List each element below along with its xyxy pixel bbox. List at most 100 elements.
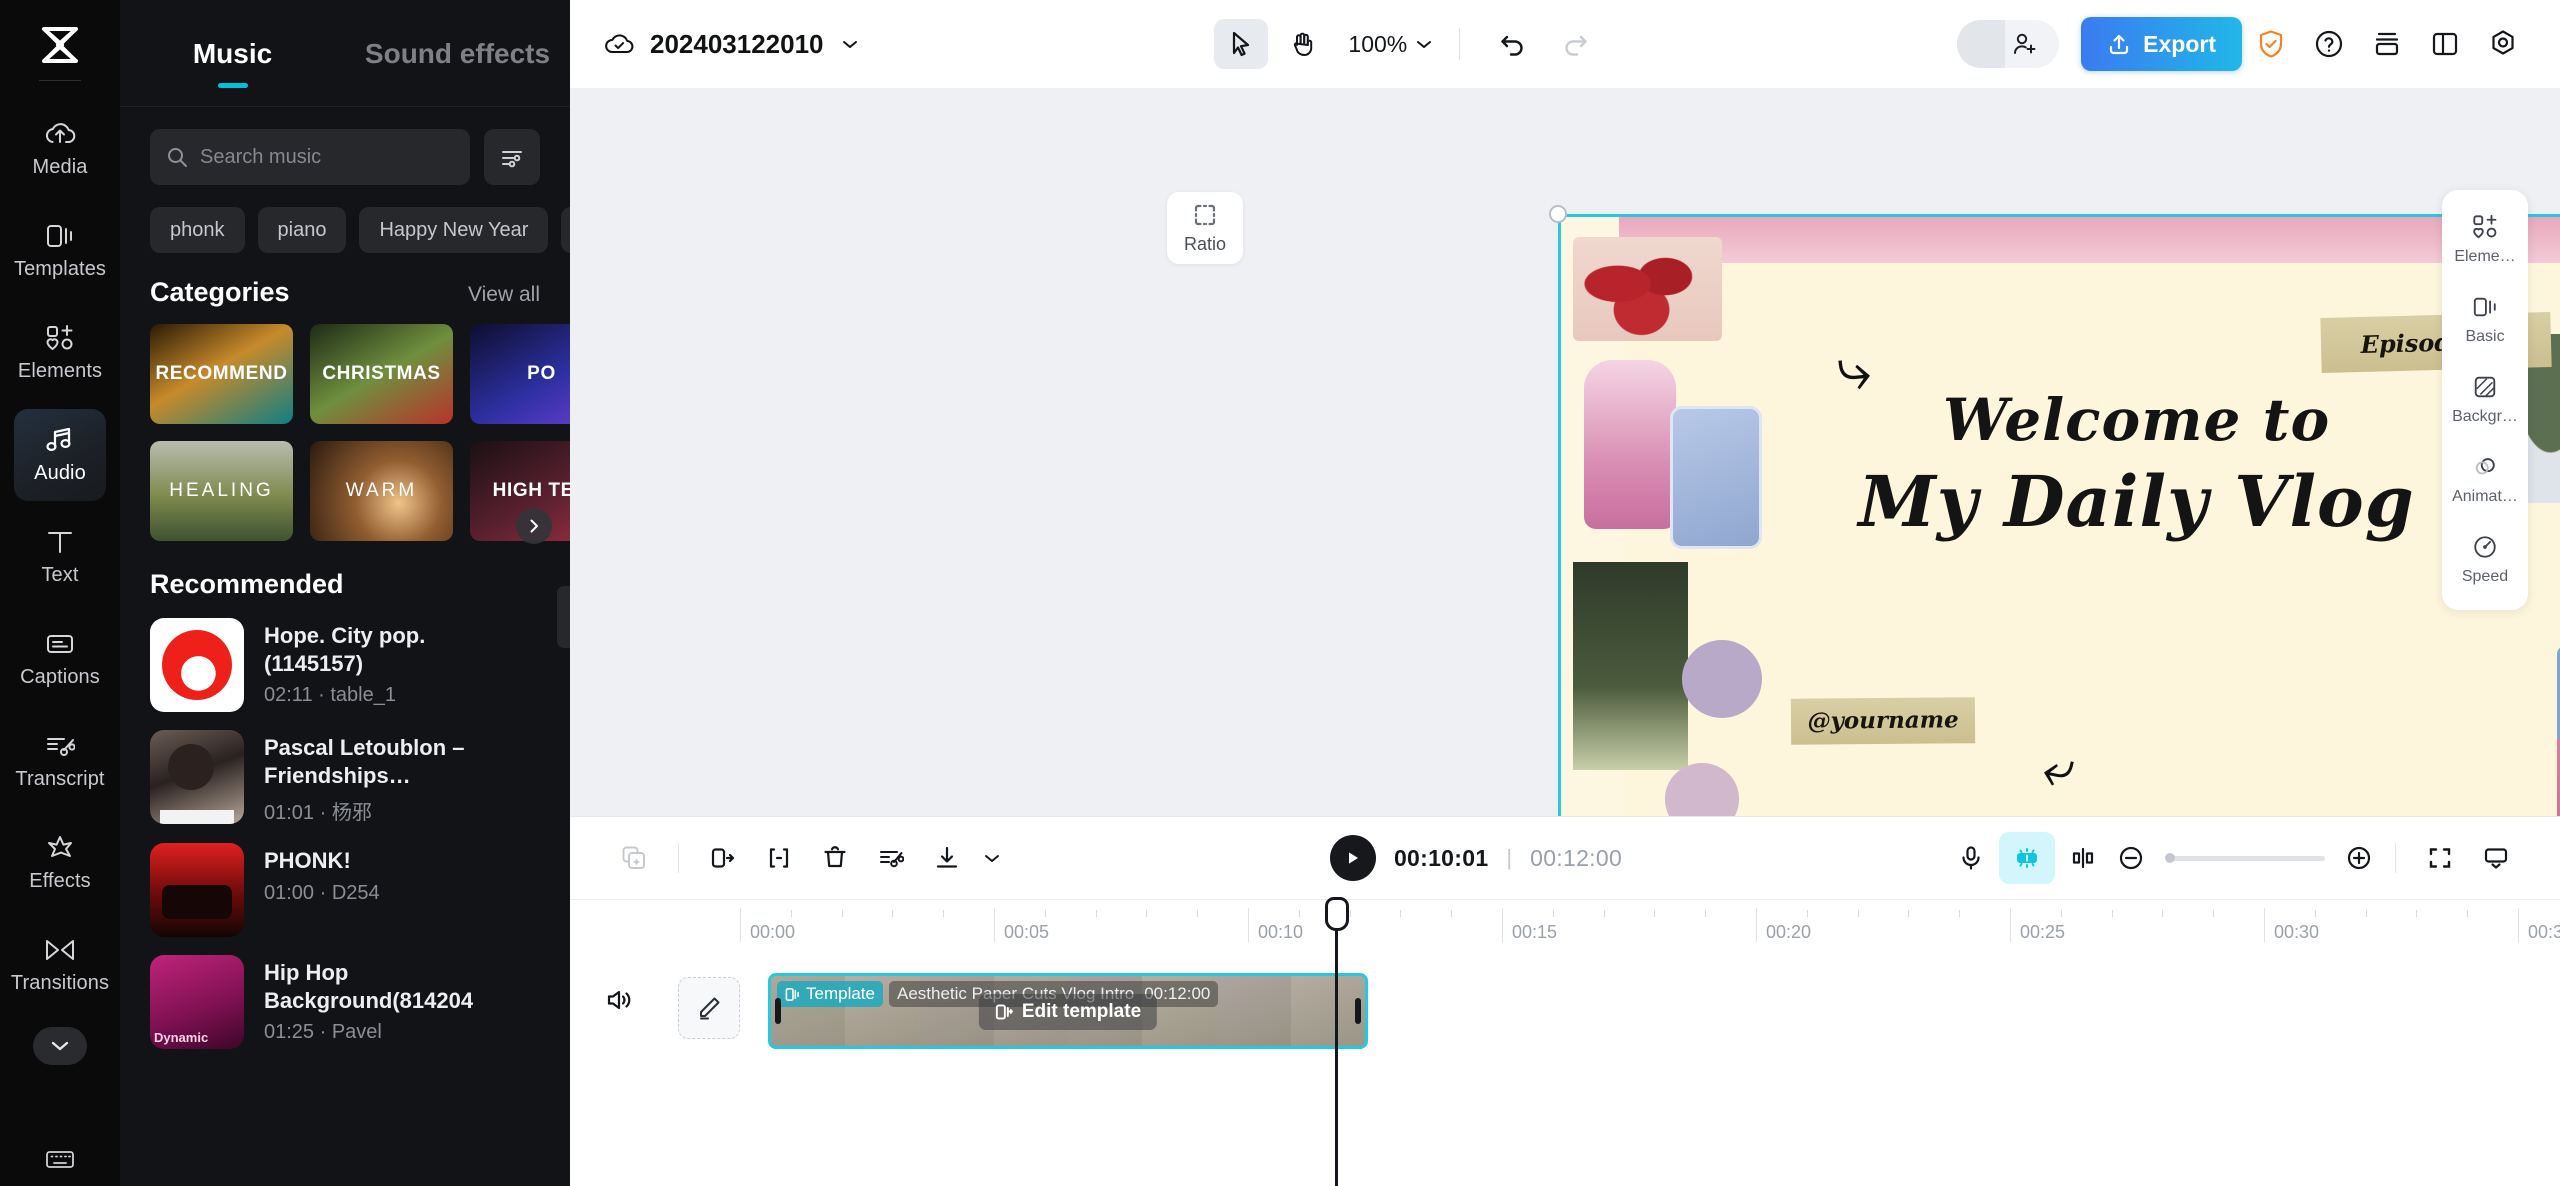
split-clip-button[interactable]	[695, 832, 751, 884]
category-card[interactable]: PO	[470, 324, 570, 424]
list-item[interactable]: Dynamic Hip Hop Background(814204 01:25 …	[120, 937, 570, 1049]
category-card[interactable]: HEALING	[150, 441, 293, 541]
delete-clip-button[interactable]	[807, 832, 863, 884]
templates-icon	[43, 221, 77, 251]
download-icon	[934, 845, 960, 871]
tab-music[interactable]: Music	[120, 38, 345, 88]
chip-next[interactable]: c	[561, 207, 570, 253]
duplicate-clip-button[interactable]	[606, 832, 662, 884]
sidebar-item-elements[interactable]: Elements	[14, 307, 106, 399]
edit-template-button[interactable]: Edit template	[978, 994, 1158, 1031]
speed-icon	[2472, 532, 2498, 562]
timeline-ruler[interactable]: 00:00 00:05 00:10 00:15 00:20 00:25 00:30 00:35	[570, 899, 2560, 951]
filter-button[interactable]	[484, 129, 540, 185]
crop-ratio-icon	[1192, 202, 1218, 228]
fit-screen-button[interactable]	[2412, 832, 2468, 884]
edit-track-button[interactable]	[678, 977, 740, 1039]
sidebar-item-templates[interactable]: Templates	[14, 205, 106, 297]
record-voice-button[interactable]	[1943, 832, 1999, 884]
categories-next-button[interactable]	[516, 508, 552, 544]
zoom-slider[interactable]	[2165, 853, 2325, 863]
collaborators[interactable]	[1957, 20, 2060, 68]
transcript-cut-button[interactable]	[863, 832, 919, 884]
track-sub: 01:00 · D254	[264, 881, 380, 904]
category-card[interactable]: RECOMMEND	[150, 324, 293, 424]
split-layout-icon[interactable]	[2416, 17, 2474, 71]
export-button[interactable]: Export	[2081, 17, 2242, 71]
sidebar-item-captions[interactable]: Captions	[14, 613, 106, 705]
download-more-button[interactable]	[975, 832, 1009, 884]
ruler-major-tick	[2010, 908, 2011, 942]
track-mute-button[interactable]	[605, 987, 633, 1013]
chip-phonk[interactable]: phonk	[150, 207, 245, 253]
keyboard-icon[interactable]	[43, 1142, 77, 1176]
download-clip-button[interactable]	[919, 832, 975, 884]
redo-button[interactable]	[1548, 19, 1602, 69]
property-animation[interactable]: Animat…	[2446, 446, 2524, 512]
project-info[interactable]: 202403122010	[604, 29, 860, 60]
track-view-button[interactable]	[2468, 832, 2524, 884]
property-background[interactable]: Backgr…	[2446, 366, 2524, 432]
help-question-icon[interactable]	[2300, 17, 2358, 71]
undo-button[interactable]	[1486, 19, 1540, 69]
resize-handle-top-left[interactable]	[1549, 205, 1567, 223]
layers-icon[interactable]	[2358, 17, 2416, 71]
track-meta: Hip Hop Background(814204 01:25 · Pavel	[264, 955, 514, 1044]
sidebar-item-effects[interactable]: Effects	[14, 817, 106, 909]
shield-check-icon[interactable]	[2242, 17, 2300, 71]
panel-collapse-handle[interactable]	[557, 586, 570, 648]
clip-trim-handle-left[interactable]	[775, 998, 781, 1024]
sidebar-item-audio[interactable]: Audio	[14, 409, 106, 501]
zoom-in-button[interactable]	[2339, 832, 2379, 884]
categories-view-all[interactable]: View all	[468, 283, 540, 307]
ratio-button[interactable]: Ratio	[1167, 192, 1243, 264]
chip-happy-new-year[interactable]: Happy New Year	[359, 207, 549, 253]
property-basic[interactable]: Basic	[2446, 286, 2524, 352]
ruler-minor-tick	[1298, 910, 1300, 917]
tab-sound-effects[interactable]: Sound effects	[345, 38, 570, 88]
person-add-icon[interactable]	[2005, 20, 2045, 68]
timeline-toolbar: 00:10:01 | 00:12:00	[570, 817, 2560, 899]
crop-clip-button[interactable]	[751, 832, 807, 884]
zoom-slider-knob[interactable]	[2165, 853, 2175, 863]
property-speed[interactable]: Speed	[2446, 526, 2524, 592]
sidebar-item-text[interactable]: Text	[14, 511, 106, 603]
auto-beat-button[interactable]	[1999, 832, 2055, 884]
adjust-clip-edges-button[interactable]	[2055, 832, 2111, 884]
zoom-out-button[interactable]	[2111, 832, 2151, 884]
settings-gear-icon[interactable]	[2474, 17, 2532, 71]
playhead[interactable]	[1324, 897, 1349, 1186]
track-sub: 02:11 · table_1	[264, 684, 396, 706]
chevron-down-icon[interactable]	[840, 37, 860, 51]
search-music-box[interactable]	[150, 129, 470, 185]
list-item[interactable]: Hope. City pop. (1145157) 02:11 · table_…	[120, 600, 570, 712]
current-time: 00:10:01	[1393, 844, 1489, 871]
play-button[interactable]	[1329, 835, 1376, 881]
sidebar-item-transitions[interactable]: Transitions	[11, 919, 109, 1011]
ruler-minor-tick	[2111, 910, 2113, 917]
category-card[interactable]: WARM	[310, 441, 453, 541]
property-elements[interactable]: Eleme…	[2446, 206, 2524, 272]
ruler-minor-tick	[1959, 910, 1961, 917]
ruler-minor-tick	[943, 910, 945, 917]
hand-pan-tool[interactable]	[1276, 19, 1330, 69]
track-artwork	[150, 843, 244, 937]
timeline-clip[interactable]: Template Aesthetic Paper Cuts Vlog Intro…	[768, 973, 1368, 1049]
search-input[interactable]	[200, 145, 454, 169]
vegetable-sticker	[1572, 561, 1688, 770]
rail-expand-more-button[interactable]	[33, 1027, 87, 1065]
preview-canvas[interactable]: ⤷ ⤷ Episode #1 Welcome to My Daily Vlog …	[1558, 214, 2560, 816]
clip-trim-handle-right[interactable]	[1355, 998, 1361, 1024]
sidebar-item-media[interactable]: Media	[14, 103, 106, 195]
list-item[interactable]: PHONK! 01:00 · D254	[120, 825, 570, 937]
capcut-logo-icon[interactable]	[37, 22, 83, 68]
playhead-knob[interactable]	[1324, 897, 1349, 931]
chip-piano[interactable]: piano	[257, 207, 347, 253]
category-card[interactable]: CHRISTMAS	[310, 324, 453, 424]
sidebar-item-transcript[interactable]: Transcript	[14, 715, 106, 807]
ruler-major-tick	[1756, 908, 1757, 942]
zoom-level-selector[interactable]: 100%	[1348, 31, 1433, 58]
toolbar-divider	[1459, 28, 1461, 60]
arrow-cursor-tool[interactable]	[1214, 19, 1269, 69]
list-item[interactable]: Pascal Letoublon – Friendships… 01:01 · …	[120, 712, 570, 825]
